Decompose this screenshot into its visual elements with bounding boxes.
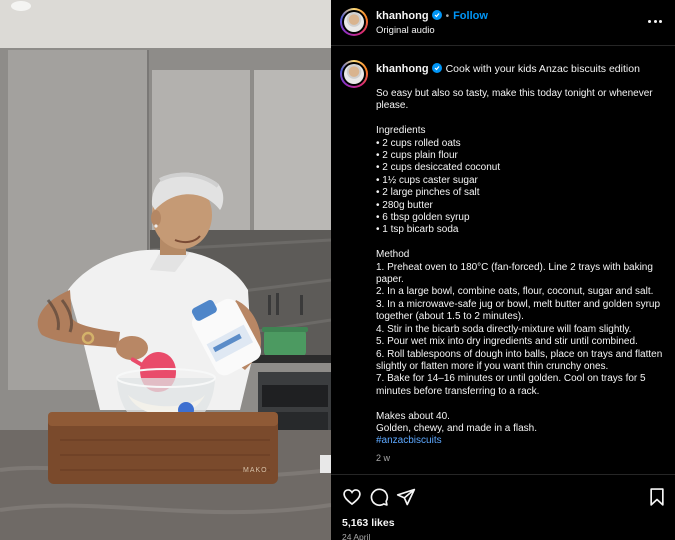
caption-line: Ingredients <box>376 125 426 137</box>
caption-line: Golden, chewy, and made in a flash. <box>376 422 538 434</box>
caption-line: 3. In a microwave-safe jug or bowl, melt… <box>376 298 661 310</box>
bookmark-icon[interactable] <box>647 487 667 507</box>
caption-line: Makes about 40. <box>376 410 450 422</box>
author-username[interactable]: khanhong <box>376 10 429 22</box>
comments-scroll-area[interactable]: khanhong Cook with your kids Anzac biscui… <box>331 47 675 472</box>
hashtag-link[interactable]: #anzacbiscuits <box>376 435 666 447</box>
caption-line: please. <box>376 100 409 112</box>
author-avatar[interactable] <box>340 8 368 36</box>
caption-text: So easy but also so tasty, make this tod… <box>376 88 666 448</box>
heart-icon[interactable] <box>342 487 362 507</box>
caption-line: minutes before transferring to a rack. <box>376 385 540 397</box>
caption-line: 5. Pour wet mix into dry ingredients and… <box>376 336 638 348</box>
caption-line: slightly or flatten more if you want thi… <box>376 360 609 372</box>
caption-username[interactable]: khanhong <box>376 63 429 75</box>
verified-badge-icon <box>431 10 442 20</box>
caption-line <box>376 113 666 125</box>
caption-line: 6. Roll tablespoons of dough into balls,… <box>376 348 663 360</box>
board-brand-text: MAKO <box>243 467 268 474</box>
caption-line <box>376 398 666 410</box>
caption-line: 7. Bake for 14–16 minutes or until golde… <box>376 373 646 385</box>
follow-button[interactable]: Follow <box>453 10 488 22</box>
caption-line: So easy but also so tasty, make this tod… <box>376 88 653 99</box>
verified-badge-icon <box>431 63 442 73</box>
caption-line: 4. Stir in the bicarb soda directly-mixt… <box>376 323 632 335</box>
caption-line: • 6 tbsp golden syrup <box>376 212 470 224</box>
audio-label[interactable]: Original audio <box>376 25 435 36</box>
caption-line: • 2 cups rolled oats <box>376 137 461 149</box>
caption-author-avatar[interactable] <box>340 60 368 88</box>
caption-line: Method <box>376 249 410 261</box>
kitchen-scene: MAKO <box>0 0 331 540</box>
caption-line: paper. <box>376 274 404 286</box>
post-media-video[interactable]: MAKO <box>0 0 331 540</box>
caption-line: • 1 tsp bicarb soda <box>376 224 459 236</box>
caption-line: • 2 cups plain flour <box>376 150 458 162</box>
comment-icon[interactable] <box>369 487 389 507</box>
caption-header: khanhong Cook with your kids Anzac biscui… <box>376 63 640 75</box>
author-line: khanhong • Follow <box>376 10 488 22</box>
caption-line: • 2 cups desiccated coconut <box>376 162 501 174</box>
separator-dot: • <box>445 11 450 22</box>
caption-line: 2. In a large bowl, combine oats, flour,… <box>376 286 654 298</box>
post-header: khanhong • Follow Original audio <box>331 0 675 46</box>
share-icon[interactable] <box>396 487 416 507</box>
post-time-ago: 2 w <box>376 453 391 463</box>
caption-line: 1. Preheat oven to 180°C (fan-forced). L… <box>376 261 653 273</box>
more-options-icon[interactable] <box>647 13 663 29</box>
caption-line: together (about 1.5 to 2 minutes). <box>376 311 524 323</box>
caption-title: Cook with your kids Anzac biscuits editi… <box>445 63 640 75</box>
post-date: 24 April <box>342 532 371 540</box>
caption-line: • 1½ cups caster sugar <box>376 174 478 186</box>
caption-line: • 2 large pinches of salt <box>376 187 480 199</box>
action-bar: 5,163 likes 24 April <box>331 474 675 540</box>
likes-count[interactable]: 5,163 likes <box>342 517 395 529</box>
caption-line: • 280g butter <box>376 199 433 211</box>
post-details-panel: khanhong • Follow Original audio khanhong C… <box>331 0 675 540</box>
caption-line <box>376 237 666 249</box>
